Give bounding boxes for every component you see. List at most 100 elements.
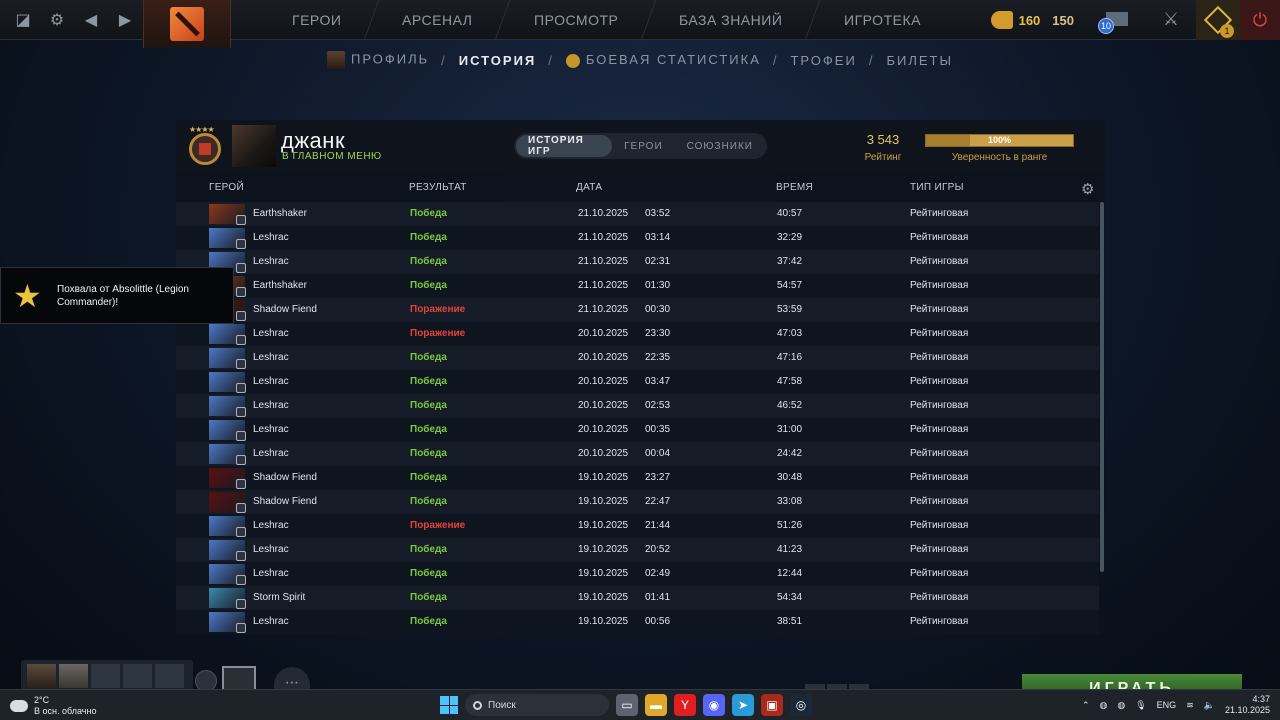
taskbar-search[interactable]: Поиск (465, 694, 609, 716)
col-game-type[interactable]: ТИП ИГРЫ (910, 182, 964, 193)
clock[interactable]: 4:37 21.10.2025 (1225, 694, 1270, 716)
shard-icon (990, 11, 1013, 29)
power-icon[interactable]: ⏻ (1240, 0, 1280, 40)
match-time: 00:56 (645, 616, 671, 627)
nav-arcade[interactable]: ИГРОТЕКА (806, 0, 958, 40)
col-result[interactable]: РЕЗУЛЬТАТ (409, 182, 467, 193)
party-slot-self[interactable] (27, 664, 56, 688)
dota2-taskbar-icon[interactable]: ▣ (761, 694, 783, 716)
subnav-history[interactable]: ИСТОРИЯ (459, 53, 537, 68)
tray-app-icon[interactable]: ◍ (1100, 700, 1108, 711)
tray-chevron-up-icon[interactable]: ⌃ (1082, 700, 1090, 711)
table-row[interactable]: Shadow Fiend Победа 19.10.2025 23:27 30:48 Ре… (176, 466, 1099, 490)
search-icon (473, 700, 482, 710)
yandex-browser-icon[interactable]: Y (674, 694, 696, 716)
table-row[interactable]: Leshrac Победа 21.10.2025 02:31 37:42 Рейтинг… (176, 250, 1099, 274)
subnav-stats[interactable]: БОЕВАЯ СТАТИСТИКА (565, 52, 761, 68)
confidence-percent: 100% (987, 135, 1012, 145)
party-slot[interactable] (123, 664, 152, 688)
col-date[interactable]: ДАТА (576, 182, 602, 193)
match-result: Победа (410, 616, 447, 627)
taskbar-apps: Поиск ▭ ▬ Y ◉ ➤ ▣ ◎ (440, 694, 812, 716)
table-row[interactable]: Leshrac Победа 20.10.2025 02:53 46:52 Рейтинг… (176, 394, 1099, 418)
role-badge-icon (236, 239, 246, 249)
table-row[interactable]: Leshrac Победа 19.10.2025 20:52 41:23 Рейтинг… (176, 538, 1099, 562)
hero-portrait (209, 420, 246, 441)
role-badge-icon (236, 599, 246, 609)
quest-button[interactable]: 1 (1196, 0, 1240, 40)
language-indicator[interactable]: ENG (1157, 700, 1177, 710)
table-row[interactable]: Leshrac Поражение 19.10.2025 21:44 51:26 Рейт… (176, 514, 1099, 538)
currency2-value: 150 (1052, 12, 1074, 28)
table-row[interactable]: Leshrac Победа 21.10.2025 03:14 32:29 Рейтинг… (176, 226, 1099, 250)
forward-arrow-icon[interactable]: ▶ (112, 7, 138, 33)
col-hero[interactable]: ГЕРОЙ (209, 182, 244, 193)
hero-portrait (209, 612, 246, 633)
mail-button[interactable]: 10 (1098, 8, 1132, 34)
volume-icon[interactable]: 🔈 (1204, 700, 1215, 711)
match-duration: 24:42 (777, 448, 803, 459)
dota-home-logo[interactable] (143, 0, 231, 48)
settings-gear-icon[interactable]: ⚙ (44, 7, 70, 33)
role-badge-icon (236, 215, 246, 225)
party-slot[interactable] (155, 664, 184, 688)
confidence-bar: 100% (925, 134, 1074, 147)
table-row[interactable]: Earthshaker Победа 21.10.2025 03:52 40:57 Рей… (176, 202, 1099, 226)
nav-learn-label: БАЗА ЗНАНИЙ (679, 12, 783, 28)
table-row[interactable]: Shadow Fiend Поражение 21.10.2025 00:30 53:5… (176, 298, 1099, 322)
top-bar: ◪ ⚙ ◀ ▶ ГЕРОИ АРСЕНАЛ ПРОСМОТР БАЗА ЗНАН… (0, 0, 1280, 48)
table-row[interactable]: Shadow Fiend Победа 19.10.2025 22:47 33:08 Ре… (176, 490, 1099, 514)
nav-heroes[interactable]: ГЕРОИ (254, 0, 380, 40)
table-row[interactable]: Leshrac Победа 19.10.2025 00:56 38:51 Рейтинг… (176, 610, 1099, 634)
table-row[interactable]: Leshrac Победа 20.10.2025 00:35 31:00 Рейтинг… (176, 418, 1099, 442)
commend-notification[interactable]: ★ Похвала от Absolittle (Legion Commande… (0, 267, 234, 324)
subnav-tickets[interactable]: БИЛЕТЫ (886, 53, 953, 68)
nav-armory-label: АРСЕНАЛ (402, 12, 473, 28)
nav-watch[interactable]: ПРОСМОТР (496, 0, 657, 40)
file-explorer-icon[interactable]: ▬ (645, 694, 667, 716)
tab-heroes[interactable]: ГЕРОИ (612, 135, 675, 157)
dota-menu-icon[interactable]: ◪ (10, 7, 36, 33)
mic-icon[interactable]: 🎙 (1135, 700, 1146, 711)
tab-match-history[interactable]: ИСТОРИЯ ИГР (516, 135, 613, 157)
task-view-icon[interactable]: ▭ (616, 694, 638, 716)
battlepass-icon[interactable]: ⚔ (1160, 9, 1182, 31)
match-time: 23:27 (645, 472, 671, 483)
table-row[interactable]: Leshrac Победа 20.10.2025 22:35 47:16 Рейтинг… (176, 346, 1099, 370)
notification-text: Похвала от Absolittle (Legion Commander)… (57, 284, 189, 308)
table-row[interactable]: Leshrac Победа 20.10.2025 03:47 47:58 Рейтинг… (176, 370, 1099, 394)
role-badge-icon (236, 287, 246, 297)
tray-app-icon[interactable]: ◍ (1117, 700, 1125, 711)
match-type: Рейтинговая (910, 232, 969, 243)
tab-allies[interactable]: СОЮЗНИКИ (675, 135, 765, 157)
windows-start-icon[interactable] (440, 696, 458, 714)
subnav-trophies[interactable]: ТРОФЕИ (790, 53, 856, 68)
table-row[interactable]: Storm Spirit Победа 19.10.2025 01:41 54:34 Ре… (176, 586, 1099, 610)
rank-medal-icon[interactable]: ★★★★ (185, 125, 225, 167)
hero-portrait (209, 348, 246, 369)
match-hero: Storm Spirit (253, 592, 306, 603)
player-avatar[interactable] (232, 125, 276, 167)
scrollbar[interactable] (1100, 202, 1104, 572)
currency-display[interactable]: 160 150 (990, 11, 1074, 29)
steam-icon[interactable]: ◎ (790, 694, 812, 716)
subnav-separator: / (868, 52, 875, 68)
match-type: Рейтинговая (910, 568, 969, 579)
party-slot[interactable] (59, 664, 88, 688)
telegram-icon[interactable]: ➤ (732, 694, 754, 716)
weather-widget[interactable]: 2°C В осн. облачно (7, 695, 96, 717)
wifi-icon[interactable]: ≋ (1186, 700, 1194, 711)
nav-armory[interactable]: АРСЕНАЛ (365, 0, 512, 40)
subnav-profile[interactable]: ПРОФИЛЬ (327, 51, 429, 69)
col-duration[interactable]: ВРЕМЯ (776, 182, 813, 193)
table-row[interactable]: Earthshaker Победа 21.10.2025 01:30 54:57 Рей… (176, 274, 1099, 298)
table-row[interactable]: Leshrac Победа 20.10.2025 00:04 24:42 Рейтинг… (176, 442, 1099, 466)
table-row[interactable]: Leshrac Поражение 20.10.2025 23:30 47:03 Рейт… (176, 322, 1099, 346)
table-row[interactable]: Leshrac Победа 19.10.2025 02:49 12:44 Рейтинг… (176, 562, 1099, 586)
discord-icon[interactable]: ◉ (703, 694, 725, 716)
profile-subnav: ПРОФИЛЬ / ИСТОРИЯ / БОЕВАЯ СТАТИСТИКА / … (0, 48, 1280, 72)
back-arrow-icon[interactable]: ◀ (78, 7, 104, 33)
table-settings-gear-icon[interactable]: ⚙ (1081, 180, 1095, 198)
nav-learn[interactable]: БАЗА ЗНАНИЙ (641, 0, 821, 40)
party-slot[interactable] (91, 664, 120, 688)
